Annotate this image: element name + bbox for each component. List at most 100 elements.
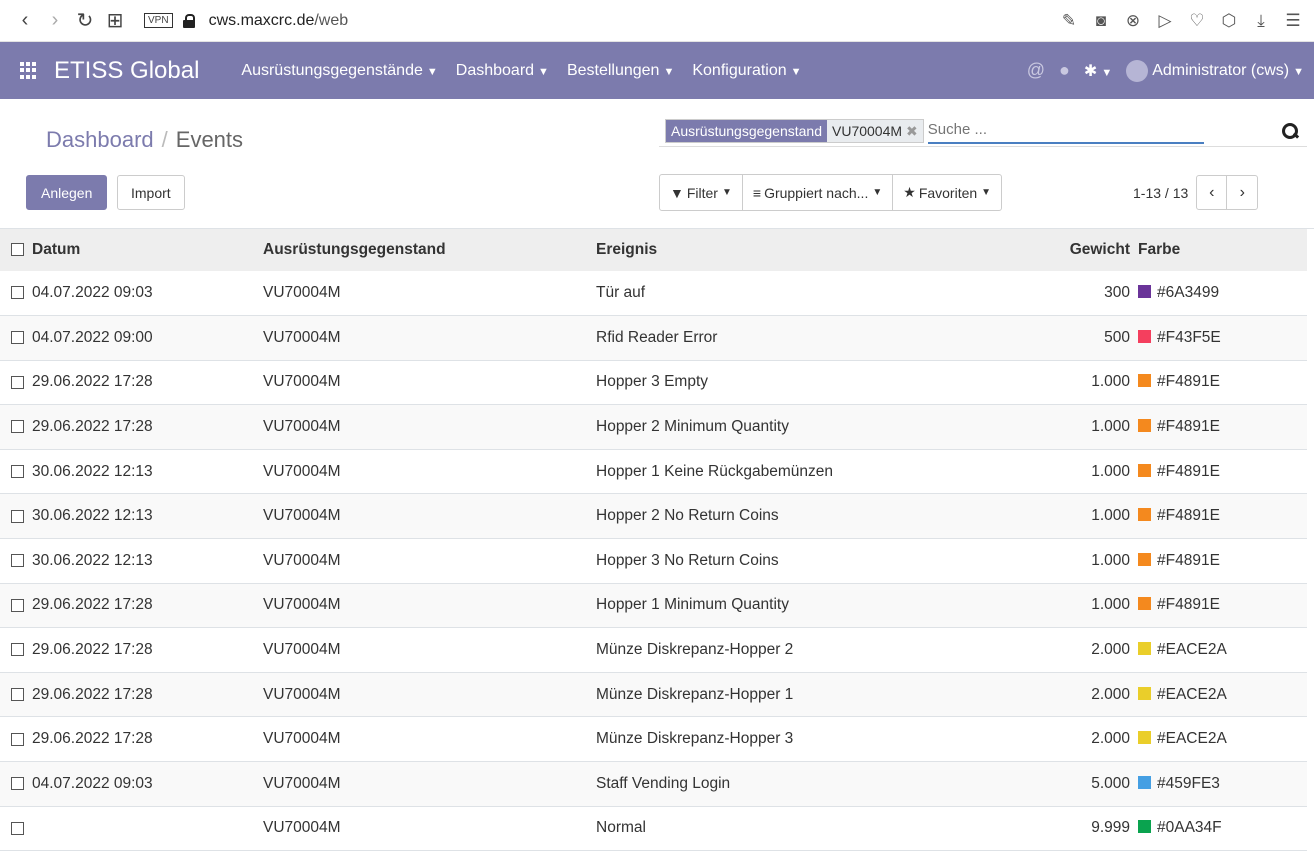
select-all-checkbox[interactable]: [11, 243, 24, 257]
apps-menu-icon[interactable]: [20, 61, 38, 80]
group-by-button[interactable]: ≡ Gruppiert nach... ▼: [743, 175, 894, 210]
brand-title[interactable]: ETISS Global: [54, 57, 199, 85]
cell-date: 04.07.2022 09:03: [32, 284, 153, 302]
row-select-cell: [0, 405, 32, 450]
column-date[interactable]: Datum: [32, 229, 263, 271]
chat-icon[interactable]: ●: [1059, 60, 1070, 81]
color-swatch: [1138, 285, 1151, 299]
menu-dashboard[interactable]: Dashboard ▼: [456, 62, 549, 80]
tab-grid-icon[interactable]: ⊞: [100, 8, 130, 33]
row-checkbox[interactable]: [11, 509, 24, 523]
edit-icon[interactable]: ✎: [1058, 11, 1080, 31]
caret-down-icon: ▼: [981, 187, 992, 198]
cell-color: #F43F5E: [1138, 316, 1307, 361]
cell-weight: 5.000: [1091, 774, 1130, 792]
table-row[interactable]: 04.07.2022 09:00 VU70004M Rfid Reader Erro…: [0, 315, 1307, 361]
debug-menu[interactable]: ✱ ▼: [1084, 61, 1112, 81]
color-swatch: [1138, 775, 1151, 789]
create-button[interactable]: Anlegen: [26, 175, 108, 210]
back-icon[interactable]: ‹: [10, 9, 40, 32]
cell-equipment: VU70004M: [263, 641, 341, 659]
column-event[interactable]: Ereignis: [596, 229, 1017, 271]
table-row[interactable]: 30.06.2022 12:13 VU70004M Hopper 3 No Retu…: [0, 538, 1307, 584]
table-row[interactable]: 04.07.2022 09:03 VU70004M Tür auf 300 #6A349…: [0, 271, 1307, 316]
row-checkbox[interactable]: [11, 331, 24, 345]
caret-down-icon: ▼: [721, 187, 732, 198]
filter-button[interactable]: ▼ Filter ▼: [660, 175, 743, 210]
row-select-cell: [0, 539, 32, 584]
row-checkbox[interactable]: [11, 643, 24, 657]
table-row[interactable]: 29.06.2022 17:28 VU70004M Münze Diskrepanz…: [0, 716, 1307, 762]
row-checkbox[interactable]: [11, 732, 24, 746]
menu-ausruestung[interactable]: Ausrüstungsgegenstände ▼: [241, 62, 437, 80]
row-checkbox[interactable]: [11, 375, 24, 389]
row-checkbox[interactable]: [11, 598, 24, 612]
table-row[interactable]: 29.06.2022 17:28 VU70004M Hopper 2 Minimum…: [0, 404, 1307, 450]
row-checkbox[interactable]: [11, 420, 24, 434]
table-row[interactable]: 30.06.2022 12:13 VU70004M Hopper 1 Keine R…: [0, 449, 1307, 494]
browser-actions: ✎ ◙ ⊗ ▷ ♡ ⬡ ⤓ ☰: [1058, 11, 1304, 31]
table-row[interactable]: 29.06.2022 17:28 VU70004M Hopper 3 Empty 1.…: [0, 360, 1307, 405]
settings-icon[interactable]: ☰: [1282, 11, 1304, 31]
vpn-badge[interactable]: VPN: [144, 13, 173, 28]
address-bar[interactable]: cws.maxcrc.de/web: [209, 12, 349, 30]
row-checkbox[interactable]: [11, 554, 24, 568]
facet-value-wrap: VU70004M ✖: [827, 119, 923, 142]
row-checkbox[interactable]: [11, 777, 24, 791]
column-equipment[interactable]: Ausrüstungsgegenstand: [263, 229, 596, 271]
color-value: #EACE2A: [1157, 730, 1227, 748]
reload-icon[interactable]: ↻: [70, 8, 100, 33]
pager-previous-icon[interactable]: ‹: [1197, 176, 1228, 209]
favorites-button[interactable]: ★ Favoriten ▼: [893, 175, 1001, 210]
user-menu[interactable]: Administrator (cws) ▼: [1126, 59, 1304, 82]
cell-event: Normal: [596, 819, 646, 837]
row-checkbox[interactable]: [11, 286, 24, 300]
column-weight[interactable]: Gewicht: [1017, 229, 1138, 271]
cell-event: Tür auf: [596, 284, 646, 302]
lock-icon[interactable]: [182, 13, 195, 28]
table-row[interactable]: 29.06.2022 17:28 VU70004M Hopper 1 Minimum…: [0, 583, 1307, 628]
heart-icon[interactable]: ♡: [1186, 11, 1208, 31]
cell-color: #F4891E: [1138, 449, 1307, 494]
cube-icon[interactable]: ⬡: [1218, 11, 1240, 31]
camera-icon[interactable]: ◙: [1090, 11, 1112, 31]
table-row[interactable]: 04.07.2022 09:03 VU70004M Staff Vending Lo…: [0, 761, 1307, 807]
menu-konfiguration[interactable]: Konfiguration ▼: [692, 62, 801, 80]
color-swatch: [1138, 731, 1151, 745]
mention-icon[interactable]: @: [1027, 60, 1045, 81]
facet-label: Ausrüstungsgegenstand: [666, 119, 827, 142]
send-icon[interactable]: ▷: [1154, 11, 1176, 31]
cell-color: #EACE2A: [1138, 717, 1307, 762]
caret-down-icon: ▼: [1293, 65, 1304, 78]
forward-icon[interactable]: ›: [40, 9, 70, 32]
remove-facet-icon[interactable]: ✖: [906, 123, 918, 139]
block-icon[interactable]: ⊗: [1122, 11, 1144, 31]
row-checkbox[interactable]: [11, 465, 24, 479]
row-checkbox[interactable]: [11, 821, 24, 835]
facet-value: VU70004M: [832, 122, 903, 139]
cell-color: #F4891E: [1138, 360, 1307, 405]
row-select-cell: [0, 316, 32, 361]
menu-bestellungen[interactable]: Bestellungen ▼: [567, 62, 674, 80]
table-row[interactable]: VU70004M Normal 9.999 #0AA34F: [0, 806, 1307, 851]
table-row[interactable]: 29.06.2022 17:28 VU70004M Münze Diskrepanz…: [0, 672, 1307, 717]
row-checkbox[interactable]: [11, 688, 24, 702]
download-icon[interactable]: ⤓: [1250, 11, 1272, 31]
breadcrumb-parent[interactable]: Dashboard: [46, 127, 154, 152]
pager-next-icon[interactable]: ›: [1227, 176, 1257, 209]
cell-event: Hopper 2 Minimum Quantity: [596, 418, 789, 436]
search-input[interactable]: [927, 117, 1204, 144]
table-row[interactable]: 29.06.2022 17:28 VU70004M Münze Diskrepanz…: [0, 627, 1307, 673]
table-row[interactable]: 30.06.2022 12:13 VU70004M Hopper 2 No Retu…: [0, 493, 1307, 539]
search-icon[interactable]: [1281, 122, 1299, 140]
search-facet: Ausrüstungsgegenstand VU70004M ✖: [665, 118, 924, 143]
cell-weight: 2.000: [1091, 685, 1130, 703]
import-button[interactable]: Import: [117, 175, 185, 210]
color-value: #459FE3: [1157, 774, 1220, 792]
pager-value[interactable]: 1-13 / 13: [1133, 185, 1188, 201]
main-navbar: ETISS Global Ausrüstungsgegenstände ▼ Das…: [0, 42, 1314, 99]
color-swatch: [1138, 508, 1151, 522]
cell-equipment: VU70004M: [263, 596, 341, 614]
column-color[interactable]: Farbe: [1138, 229, 1307, 271]
favorites-label: Favoriten: [918, 184, 978, 201]
